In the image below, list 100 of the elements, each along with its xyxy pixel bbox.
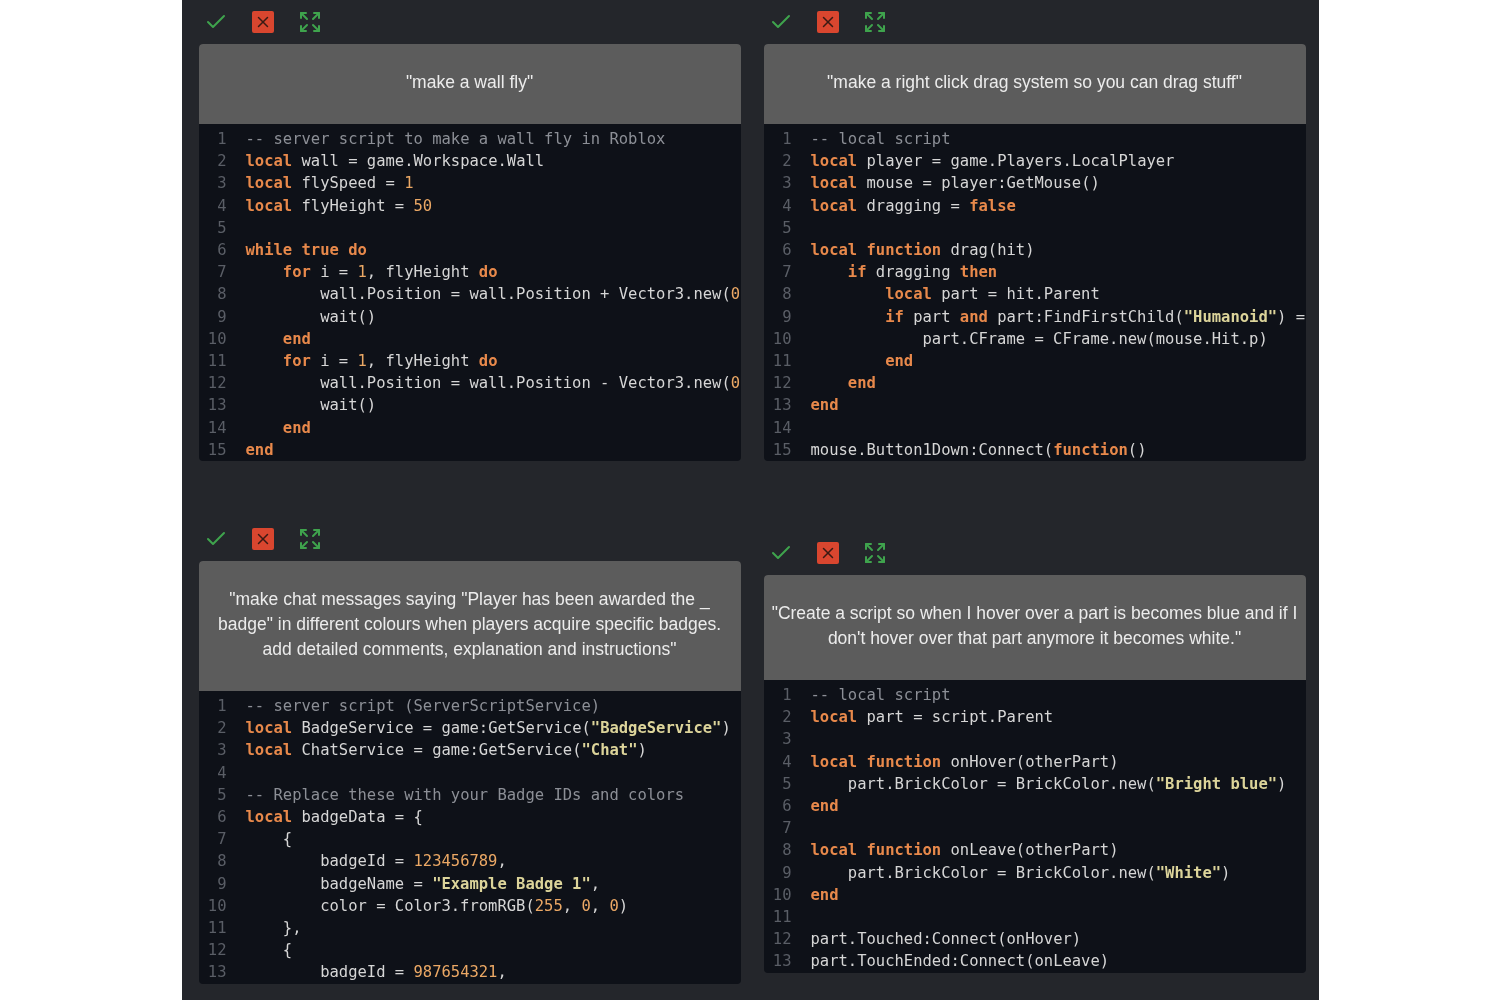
- line-number: 8: [781, 284, 792, 306]
- code-line: },: [281, 918, 302, 940]
- line-number: 3: [216, 740, 227, 762]
- code-line: if dragging then: [846, 262, 998, 284]
- line-number: 12: [206, 373, 227, 395]
- line-number: 1: [781, 129, 792, 150]
- close-button[interactable]: [816, 11, 839, 33]
- code-line: end: [281, 328, 311, 350]
- code-line: mouse.Button1Down:Connect(function(): [810, 439, 1147, 461]
- line-number: 3: [781, 729, 792, 751]
- code-line: local flyHeight = 50: [245, 195, 433, 217]
- line-number: 10: [771, 328, 792, 350]
- code-line: wait(): [319, 306, 377, 328]
- prompt-text: "make a wall fly": [198, 44, 741, 124]
- code-line: -- server script (ServerScriptService): [245, 696, 601, 718]
- code-line: local function onHover(otherPart): [810, 751, 1119, 773]
- line-number: 1: [781, 685, 792, 707]
- line-number: 2: [781, 707, 792, 729]
- line-number: 6: [216, 240, 227, 261]
- code-line: part.BrickColor = BrickColor.new("Bright blue"): [846, 773, 1287, 795]
- code-line: -- local script: [810, 129, 951, 150]
- line-number: 1: [216, 129, 227, 150]
- code-line: {: [281, 829, 293, 851]
- line-number: 9: [216, 873, 227, 895]
- code-line: local BadgeService = game:GetService("BadgeService"): [245, 718, 731, 740]
- code-line: local badgeData = {: [245, 807, 423, 829]
- code-line: color = Color3.fromRGB(255, 0, 0): [319, 895, 629, 917]
- code-line: local player = game.Players.LocalPlayer: [810, 151, 1175, 173]
- line-number: 2: [216, 151, 227, 173]
- expand-icon[interactable]: [862, 541, 887, 566]
- prompt-text: "make chat messages saying "Player has been awarded the _ badge" in different colours when players acquire specific badges. add detailed comments, explanation and instructions": [198, 561, 741, 692]
- code-line: end: [810, 796, 839, 818]
- code-line: wait(): [319, 395, 377, 417]
- line-number: 9: [216, 306, 227, 328]
- code-line: end: [884, 351, 914, 373]
- code-line: local flySpeed = 1: [245, 173, 414, 195]
- line-number: 4: [216, 762, 227, 784]
- line-number: 13: [771, 951, 792, 973]
- line-number: 7: [216, 262, 227, 284]
- line-number: 3: [781, 173, 792, 195]
- expand-icon[interactable]: [862, 10, 887, 34]
- code-line: wall.Position = wall.Position - Vector3.new(0: [319, 373, 741, 395]
- line-number: 4: [781, 751, 792, 773]
- line-number: 8: [216, 284, 227, 306]
- line-number: 8: [781, 840, 792, 862]
- code-line: badgeId = 987654321,: [319, 962, 507, 984]
- line-number: 9: [781, 306, 792, 328]
- code-line: end: [245, 439, 274, 461]
- code-line: badgeId = 123456789,: [319, 851, 507, 873]
- code-line: local part = script.Parent: [810, 707, 1054, 729]
- close-button[interactable]: [816, 542, 839, 565]
- code-line: part.CFrame = CFrame.new(mouse.Hit.p): [921, 328, 1268, 350]
- expand-icon[interactable]: [297, 10, 322, 34]
- line-number: 8: [216, 851, 227, 873]
- code-line: end: [846, 373, 876, 395]
- line-number: 9: [781, 862, 792, 884]
- line-number: 3: [216, 173, 227, 195]
- code-line: local function drag(hit): [810, 240, 1035, 261]
- line-number: 7: [216, 829, 227, 851]
- prompt-text: "make a right click drag system so you can drag stuff": [763, 44, 1306, 124]
- line-number: 14: [771, 417, 792, 439]
- line-number: 4: [781, 195, 792, 217]
- code-line: badgeName = "Example Badge 1",: [319, 873, 601, 895]
- code-line: local function onLeave(otherPart): [810, 840, 1119, 862]
- code-line: part.TouchEnded:Connect(onLeave): [810, 951, 1110, 973]
- line-number: 5: [781, 217, 792, 239]
- line-number: 11: [771, 351, 792, 373]
- line-number: 12: [771, 373, 792, 395]
- code-line: while true do: [245, 240, 367, 261]
- code-line: end: [810, 884, 839, 906]
- code-line: part.BrickColor = BrickColor.new("White"): [846, 862, 1231, 884]
- code-line: for i = 1, flyHeight do: [281, 351, 498, 373]
- line-number: 10: [771, 884, 792, 906]
- line-number: 13: [771, 395, 792, 417]
- line-number: 11: [206, 918, 227, 940]
- expand-icon[interactable]: [297, 527, 322, 552]
- close-button[interactable]: [251, 528, 274, 551]
- line-number: 7: [781, 262, 792, 284]
- code-line: {: [281, 940, 293, 962]
- code-line: local part = hit.Parent: [884, 284, 1100, 306]
- code-line: -- Replace these with your Badge IDs and colors: [245, 784, 685, 806]
- line-number: 7: [781, 818, 792, 840]
- line-number: 6: [781, 796, 792, 818]
- code-line: -- server script to make a wall fly in Roblox: [245, 129, 666, 150]
- line-number: 10: [206, 328, 227, 350]
- line-number: 6: [216, 807, 227, 829]
- line-number: 10: [206, 895, 227, 917]
- line-number: 12: [206, 940, 227, 962]
- code-line: local ChatService = game:GetService("Chat"): [245, 740, 647, 762]
- line-number: 6: [781, 240, 792, 261]
- line-number: 13: [206, 395, 227, 417]
- line-number: 4: [216, 195, 227, 217]
- line-number: 5: [216, 217, 227, 239]
- line-number: 5: [216, 784, 227, 806]
- line-number: 2: [216, 718, 227, 740]
- code-line: end: [810, 395, 839, 417]
- line-number: 2: [781, 151, 792, 173]
- code-line: for i = 1, flyHeight do: [281, 262, 498, 284]
- code-line: -- local script: [810, 685, 951, 707]
- close-button[interactable]: [251, 11, 274, 33]
